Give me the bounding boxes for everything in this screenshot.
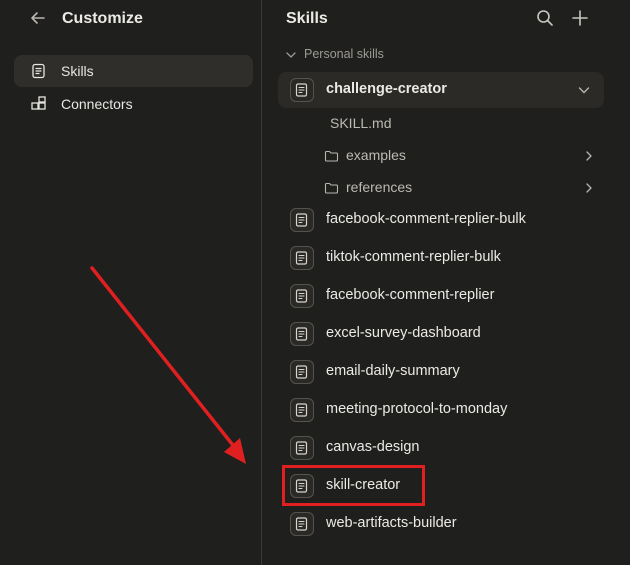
annotation-arrow: [90, 266, 246, 464]
